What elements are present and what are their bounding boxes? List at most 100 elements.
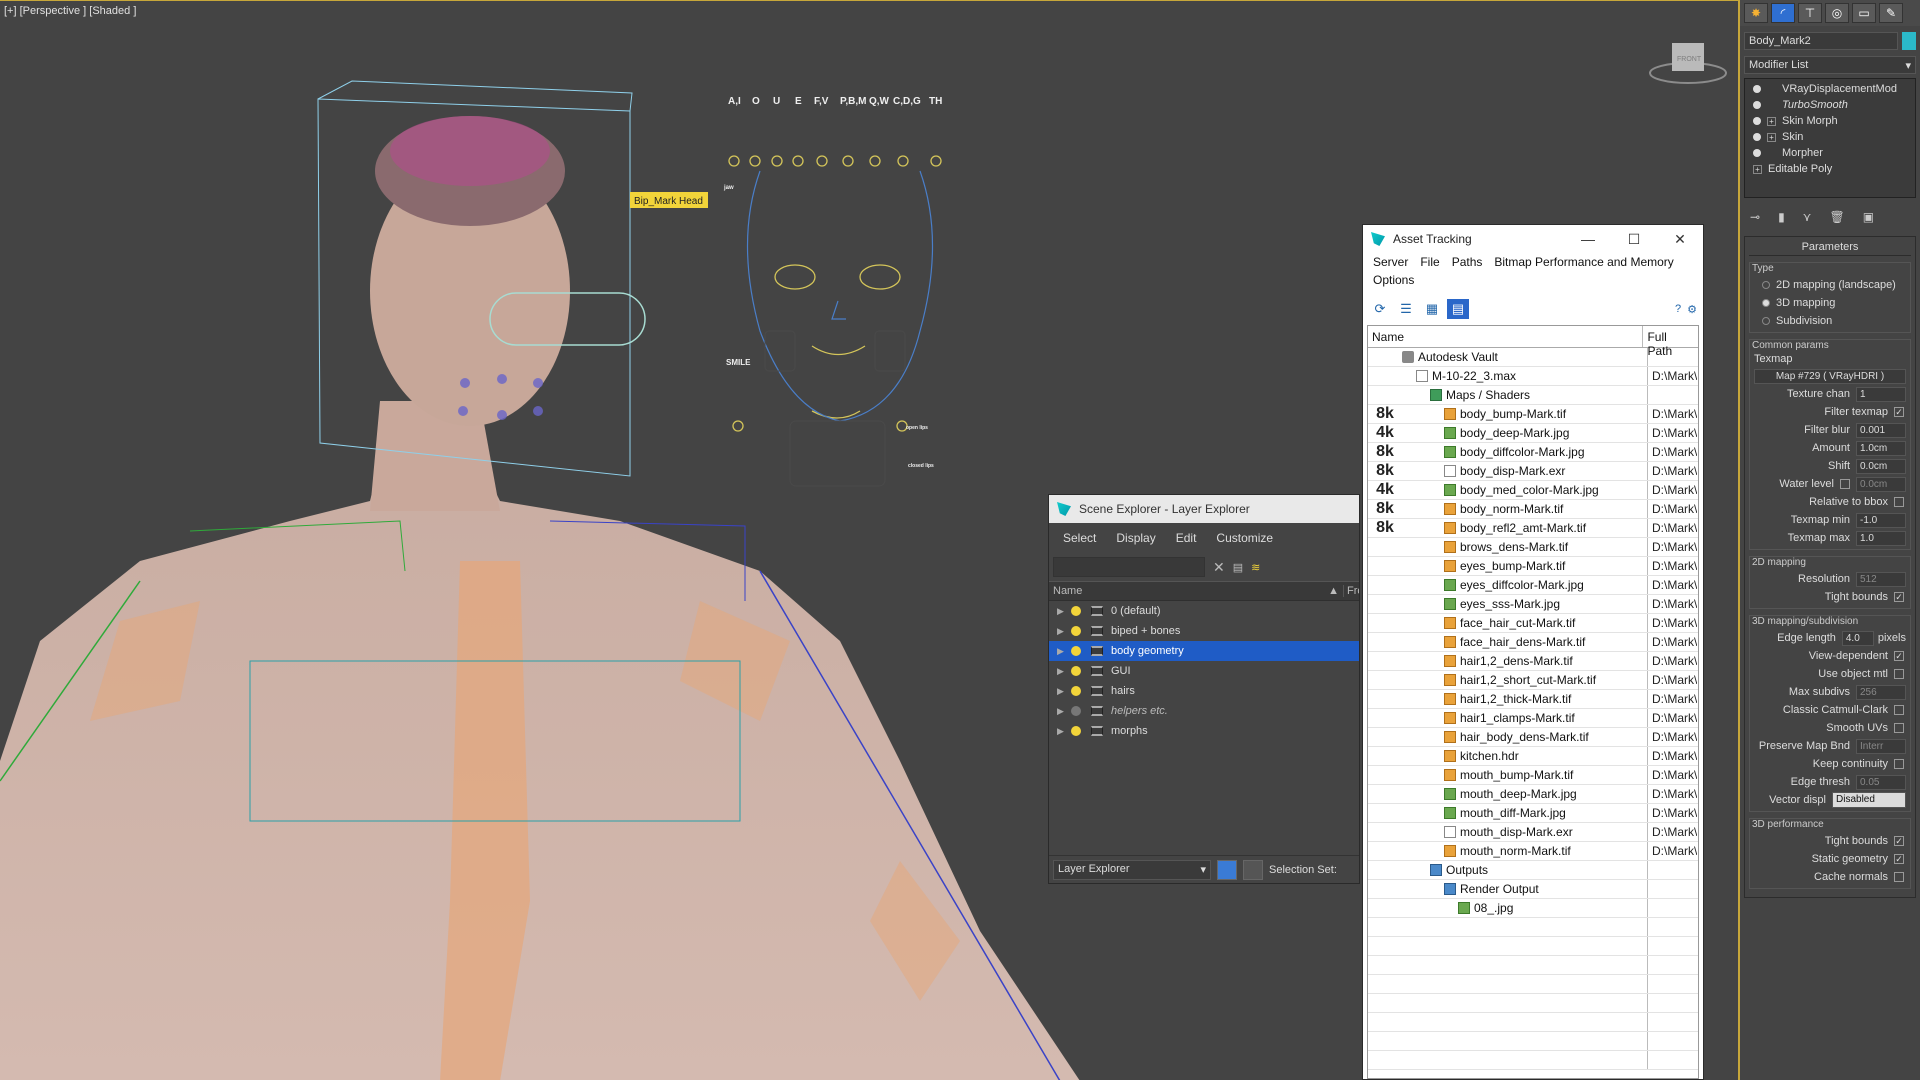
filter-icon[interactable]: ▤ — [1233, 561, 1243, 574]
asset-row[interactable]: Maps / Shaders — [1368, 386, 1698, 405]
type-radio-2d[interactable]: 2D mapping (landscape) — [1754, 276, 1906, 294]
create-tab-icon[interactable]: ✸ — [1744, 3, 1768, 23]
filter-texmap-checkbox[interactable]: ✓ — [1894, 407, 1904, 417]
modifier-stack-item[interactable]: VRayDisplacementMod — [1747, 81, 1913, 97]
maximize-icon[interactable]: ☐ — [1611, 231, 1657, 248]
refresh-icon[interactable]: ⟳ — [1369, 299, 1391, 319]
menu-bitmap-performance[interactable]: Bitmap Performance and Memory — [1488, 253, 1679, 271]
column-full-path[interactable]: Full Path — [1643, 326, 1698, 358]
type-radio-3d[interactable]: 3D mapping — [1754, 294, 1906, 312]
layer-row[interactable]: ▶ hairs — [1049, 681, 1359, 701]
texture-chan-spinner[interactable]: 1 — [1856, 386, 1906, 402]
configure-sets-icon[interactable]: ▣ — [1863, 210, 1874, 224]
light-bulb-icon[interactable] — [1071, 726, 1081, 736]
asset-row[interactable]: brows_dens-Mark.tif D:\Mark\ — [1368, 538, 1698, 557]
asset-row[interactable]: face_hair_cut-Mark.tif D:\Mark\ — [1368, 614, 1698, 633]
modifier-stack-item[interactable]: TurboSmooth — [1747, 97, 1913, 113]
scene-explorer-titlebar[interactable]: Scene Explorer - Layer Explorer — [1049, 495, 1359, 523]
expand-icon[interactable]: + — [1767, 116, 1776, 126]
expand-icon[interactable]: + — [1767, 132, 1776, 142]
modifier-stack-base[interactable]: + Editable Poly — [1747, 161, 1913, 177]
asset-row[interactable]: mouth_disp-Mark.exr D:\Mark\ — [1368, 823, 1698, 842]
resolution-spinner[interactable]: 512 — [1856, 571, 1906, 587]
layers-icon[interactable]: ≋ — [1251, 561, 1260, 574]
layer-row[interactable]: ▶ body geometry — [1049, 641, 1359, 661]
hierarchy-view-button[interactable] — [1243, 859, 1263, 880]
asset-row[interactable]: 4k body_deep-Mark.jpg D:\Mark\ — [1368, 424, 1698, 443]
object-name-field[interactable]: Body_Mark2 — [1744, 32, 1898, 50]
modifier-stack-item[interactable]: + Skin — [1747, 129, 1913, 145]
layer-row[interactable]: ▶ morphs — [1049, 721, 1359, 741]
expand-icon[interactable]: + — [1753, 164, 1762, 174]
menu-edit[interactable]: Edit — [1170, 529, 1203, 547]
expand-icon[interactable]: ▶ — [1057, 606, 1071, 617]
object-color-swatch[interactable] — [1902, 32, 1916, 50]
asset-row[interactable]: hair1_clamps-Mark.tif D:\Mark\ — [1368, 709, 1698, 728]
minimize-icon[interactable]: — — [1565, 231, 1611, 248]
detail-view-icon[interactable]: ▦ — [1421, 299, 1443, 319]
menu-paths[interactable]: Paths — [1446, 253, 1489, 271]
asset-row[interactable]: 4k body_med_color-Mark.jpg D:\Mark\ — [1368, 481, 1698, 500]
cache-normals-checkbox[interactable] — [1894, 872, 1904, 882]
expand-icon[interactable]: ▶ — [1057, 726, 1071, 737]
view-dependent-checkbox[interactable]: ✓ — [1894, 651, 1904, 661]
layer-view-button[interactable] — [1217, 859, 1237, 880]
remove-modifier-icon[interactable]: 🗑 — [1829, 210, 1844, 224]
menu-file[interactable]: File — [1414, 253, 1445, 271]
asset-row[interactable]: mouth_diff-Mark.jpg D:\Mark\ — [1368, 804, 1698, 823]
expand-icon[interactable]: ▶ — [1057, 666, 1071, 677]
light-bulb-icon[interactable] — [1071, 626, 1081, 636]
asset-row[interactable]: eyes_bump-Mark.tif D:\Mark\ — [1368, 557, 1698, 576]
light-bulb-icon[interactable] — [1071, 666, 1081, 676]
motion-tab-icon[interactable]: ◎ — [1825, 3, 1849, 23]
asset-row[interactable]: eyes_sss-Mark.jpg D:\Mark\ — [1368, 595, 1698, 614]
column-name[interactable]: Name — [1053, 585, 1328, 597]
perf-tight-bounds-checkbox[interactable]: ✓ — [1894, 836, 1904, 846]
tight-bounds-checkbox[interactable]: ✓ — [1894, 592, 1904, 602]
layer-row[interactable]: ▶ GUI — [1049, 661, 1359, 681]
texmap-max-spinner[interactable]: 1.0 — [1856, 530, 1906, 546]
water-level-checkbox[interactable] — [1840, 479, 1850, 489]
show-end-result-icon[interactable]: ▮ — [1778, 210, 1785, 224]
search-input[interactable] — [1053, 557, 1205, 577]
close-icon[interactable]: ✕ — [1657, 231, 1703, 248]
vector-displ-dropdown[interactable]: Disabled — [1832, 792, 1906, 808]
texmap-min-spinner[interactable]: -1.0 — [1856, 512, 1906, 528]
menu-select[interactable]: Select — [1057, 529, 1102, 547]
layer-row[interactable]: ▶ 0 (default) — [1049, 601, 1359, 621]
menu-customize[interactable]: Customize — [1210, 529, 1279, 547]
asset-row[interactable]: M-10-22_3.max D:\Mark\ — [1368, 367, 1698, 386]
asset-row[interactable]: hair1,2_thick-Mark.tif D:\Mark\ — [1368, 690, 1698, 709]
hierarchy-tab-icon[interactable]: ⊤ — [1798, 3, 1822, 23]
table-view-icon[interactable]: ▤ — [1447, 299, 1469, 319]
amount-spinner[interactable]: 1.0cm — [1856, 440, 1906, 456]
static-geometry-checkbox[interactable]: ✓ — [1894, 854, 1904, 864]
light-bulb-icon[interactable] — [1753, 117, 1761, 125]
asset-row[interactable]: hair1,2_short_cut-Mark.tif D:\Mark\ — [1368, 671, 1698, 690]
modify-tab-icon[interactable]: ◜ — [1771, 3, 1795, 23]
modifier-list-dropdown[interactable]: Modifier List ▾ — [1744, 56, 1916, 74]
asset-row[interactable]: Outputs — [1368, 861, 1698, 880]
max-subdivs-spinner[interactable]: 256 — [1856, 684, 1906, 700]
edge-thresh-spinner[interactable]: 0.05 — [1856, 774, 1906, 790]
light-bulb-icon[interactable] — [1753, 85, 1761, 93]
asset-row[interactable]: face_hair_dens-Mark.tif D:\Mark\ — [1368, 633, 1698, 652]
column-name[interactable]: Name — [1368, 326, 1644, 347]
preserve-map-bnd-dropdown[interactable]: Interr — [1856, 738, 1906, 754]
list-view-icon[interactable]: ☰ — [1395, 299, 1417, 319]
type-radio-subdivision[interactable]: Subdivision — [1754, 312, 1906, 330]
utilities-tab-icon[interactable]: ✎ — [1879, 3, 1903, 23]
asset-row[interactable]: kitchen.hdr D:\Mark\ — [1368, 747, 1698, 766]
asset-row[interactable]: hair1,2_dens-Mark.tif D:\Mark\ — [1368, 652, 1698, 671]
modifier-stack-item[interactable]: Morpher — [1747, 145, 1913, 161]
asset-row[interactable]: Render Output — [1368, 880, 1698, 899]
light-bulb-icon[interactable] — [1071, 606, 1081, 616]
menu-server[interactable]: Server — [1367, 253, 1414, 271]
use-object-mtl-checkbox[interactable] — [1894, 669, 1904, 679]
keep-continuity-checkbox[interactable] — [1894, 759, 1904, 769]
layer-row[interactable]: ▶ helpers etc. — [1049, 701, 1359, 721]
asset-row[interactable]: 8k body_bump-Mark.tif D:\Mark\ — [1368, 405, 1698, 424]
light-bulb-icon[interactable] — [1071, 686, 1081, 696]
clear-icon[interactable]: ✕ — [1213, 559, 1225, 576]
modifier-stack-item[interactable]: + Skin Morph — [1747, 113, 1913, 129]
